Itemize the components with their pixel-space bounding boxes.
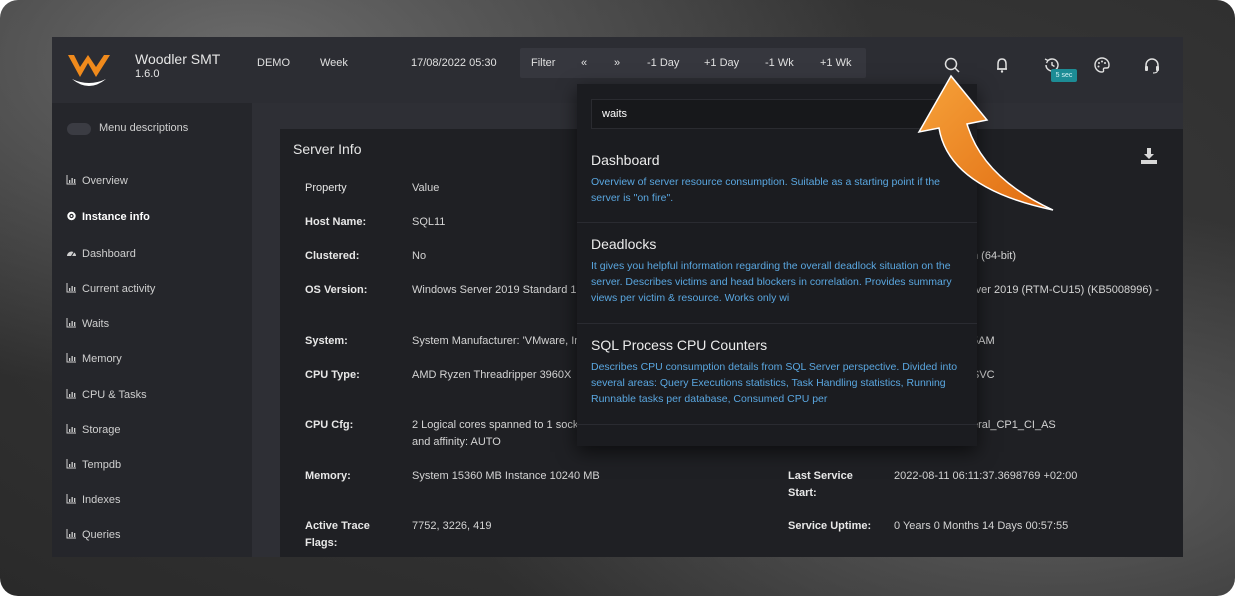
annotation-arrow-icon [905,70,1065,220]
sidebar-item-dashboard[interactable]: Dashboard [66,248,136,260]
sidebar-item-storage[interactable]: Storage [66,424,121,436]
app-version: 1.6.0 [135,68,160,80]
sidebar-item-label: Instance info [82,211,150,223]
search-result-sql-process-cpu-counters[interactable]: SQL Process CPU Counters Describes CPU c… [577,337,977,423]
row-label: System: [305,335,348,347]
row-value: Windows Server 2019 Standard 1 [412,284,577,296]
row-label: CPU Type: [305,369,360,381]
divider [577,424,977,425]
search-result-title: Dashboard [591,152,660,168]
sidebar-item-label: Indexes [82,494,121,506]
sidebar-item-indexes[interactable]: Indexes [66,494,121,506]
sidebar-item-label: Dashboard [82,248,136,260]
sidebar-item-label: Storage [82,424,121,436]
row-value: 0 Years 0 Months 14 Days 00:57:55 [894,520,1069,532]
sidebar-item-current-activity[interactable]: Current activity [66,283,155,295]
sidebar-item-overview[interactable]: Overview [66,175,128,187]
divider [577,222,977,223]
range-selector[interactable]: Week [320,57,348,69]
row-value: 2022-08-11 06:11:37.3698769 +02:00 [894,470,1078,482]
row-value: No [412,250,427,262]
sidebar-item-cpu-tasks[interactable]: CPU & Tasks [66,389,147,401]
row-value: 7752, 3226, 419 [412,520,492,532]
woodler-logo-icon [66,49,112,89]
row-label: OS Version: [305,284,368,296]
filter-button[interactable]: Filter [531,57,555,69]
sidebar-item-label: Memory [82,353,122,365]
minus-week-button[interactable]: -1 Wk [765,57,794,69]
row-label: Active Trace [305,520,370,532]
chart-icon [66,459,77,469]
row-label: Host Name: [305,216,367,228]
search-result-title: Deadlocks [591,236,657,252]
search-result-title: SQL Process CPU Counters [591,337,768,353]
column-header-property: Property [305,182,347,194]
download-icon[interactable] [1140,147,1158,165]
datetime-picker[interactable]: 17/08/2022 05:30 [411,57,497,69]
sidebar-item-label: Overview [82,175,128,187]
sidebar-item-label: Current activity [82,283,156,295]
panel-title: Server Info [293,141,362,157]
column-header-value: Value [412,182,440,194]
sidebar-item-waits[interactable]: Waits [66,318,109,330]
plus-week-button[interactable]: +1 Wk [820,57,851,69]
chart-icon [66,283,77,293]
sidebar: Menu descriptions Overview Instance info… [52,103,252,557]
sidebar-item-queries[interactable]: Queries [66,529,121,541]
app-name: Woodler SMT [135,51,221,67]
filter-bar: Filter « » -1 Day +1 Day -1 Wk +1 Wk [520,48,866,78]
sidebar-item-memory[interactable]: Memory [66,353,122,365]
sidebar-item-instance-info[interactable]: Instance info [66,211,150,223]
right-value-fragment: n (64-bit) [972,250,1017,262]
row-value: 2 Logical cores spanned to 1 sock [412,419,579,431]
headset-icon[interactable] [1142,55,1162,75]
chart-icon [66,529,77,539]
row-label: Memory: [305,470,351,482]
row-label-line2: Flags: [305,537,338,549]
divider [577,323,977,324]
row-value: System 15360 MB Instance 10240 MB [412,470,600,482]
row-label: Service Uptime: [788,520,872,532]
menu-descriptions-label: Menu descriptions [99,122,189,134]
sidebar-item-label: Queries [82,529,121,541]
sidebar-item-tempdb[interactable]: Tempdb [66,459,121,471]
menu-descriptions-toggle[interactable] [67,123,91,135]
search-result-description: It gives you helpful information regardi… [591,260,952,304]
chart-icon [66,389,77,399]
row-label: CPU Cfg: [305,419,354,431]
right-value-fragment: eral_CP1_CI_AS [972,419,1056,431]
row-value-line2: and affinity: AUTO [412,436,501,448]
row-label-line2: Start: [788,487,817,499]
dashboard-icon [66,248,77,258]
row-label: Clustered: [305,250,360,262]
row-value: SQL11 [412,216,446,228]
chart-icon [66,424,77,434]
next-button[interactable]: » [614,57,620,69]
search-result-deadlocks[interactable]: Deadlocks It gives you helpful informati… [577,236,977,322]
plus-day-button[interactable]: +1 Day [704,57,739,69]
row-value: AMD Ryzen Threadripper 3960X [412,369,572,381]
minus-day-button[interactable]: -1 Day [647,57,679,69]
row-value: System Manufacturer: 'VMware, In [412,335,581,347]
chart-icon [66,353,77,363]
screenshot-frame: Woodler SMT 1.6.0 DEMO Week 17/08/2022 0… [0,0,1235,596]
search-result-description: Describes CPU consumption details from S… [591,361,958,405]
gear-icon [66,211,77,221]
palette-icon[interactable] [1092,55,1112,75]
sidebar-item-label: Waits [82,318,110,330]
instance-selector[interactable]: DEMO [257,57,290,69]
right-value-fragment: rver 2019 (RTM-CU15) (KB5008996) - [972,284,1159,296]
sidebar-item-label: CPU & Tasks [82,389,147,401]
chart-icon [66,175,77,185]
chart-icon [66,318,77,328]
chart-icon [66,494,77,504]
prev-button[interactable]: « [581,57,587,69]
row-label: Last Service [788,470,853,482]
sidebar-item-label: Tempdb [82,459,122,471]
